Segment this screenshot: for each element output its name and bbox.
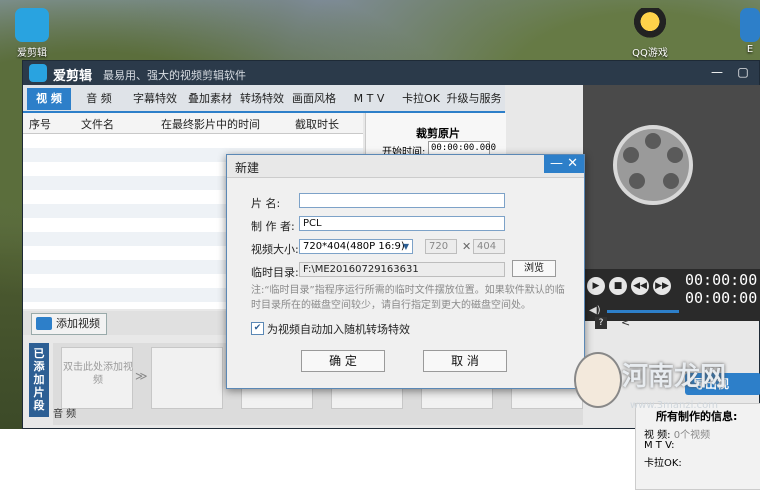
tab-upgrade[interactable]: 升级与服务 xyxy=(445,88,503,110)
prev-frame-icon[interactable]: ◀◀ xyxy=(631,277,649,295)
ok-button[interactable]: 确 定 xyxy=(301,350,385,372)
clip-add-hint: 双击此处添加视频 xyxy=(63,362,133,386)
cancel-button[interactable]: 取 消 xyxy=(423,350,507,372)
main-tab-bar: 视 频 音 频 字幕特效 叠加素材 转场特效 画面风格 M T V 卡拉OK 升… xyxy=(23,85,505,113)
video-size-select[interactable]: 720*404(480P 16:9) ▼ xyxy=(299,239,413,254)
add-video-label: 添加视频 xyxy=(56,317,100,330)
col-duration: 截取时长 xyxy=(295,118,339,131)
col-filename: 文件名 xyxy=(81,118,114,131)
volume-slider[interactable] xyxy=(607,310,679,313)
audio-track-label: 音 频 xyxy=(53,409,77,420)
tab-karaoke[interactable]: 卡拉OK xyxy=(399,88,443,110)
add-video-icon xyxy=(36,317,52,330)
temp-dir-input[interactable]: F:\ME20160729163631 xyxy=(299,262,505,277)
arrow-icon: ≫ xyxy=(135,369,148,383)
desktop-icon-label: QQ游戏 xyxy=(632,48,668,59)
help-icon[interactable]: ? xyxy=(595,317,607,329)
dialog-minimize-close[interactable]: — ✕ xyxy=(544,155,584,173)
clip-slot[interactable] xyxy=(151,347,223,409)
desktop-icon-label: E xyxy=(746,44,754,55)
minimize-icon[interactable]: — xyxy=(709,64,725,80)
cartoon-face-logo xyxy=(574,352,622,408)
site-watermark: 河南龙网 www.3manzi.com xyxy=(574,348,760,429)
desktop-icon-aijianji[interactable]: 爱剪辑 xyxy=(2,8,62,59)
share-icon[interactable]: < xyxy=(621,316,630,329)
aijianji-icon xyxy=(15,8,49,42)
auto-transition-label: 为视频自动加入随机转场特效 xyxy=(267,323,410,336)
col-final-time: 在最终影片中的时间 xyxy=(161,118,260,131)
tab-mtv[interactable]: M T V xyxy=(341,88,397,110)
browse-button[interactable]: 浏览 xyxy=(512,260,556,277)
producer-input[interactable]: PCL xyxy=(299,216,505,231)
chevron-down-icon: ▼ xyxy=(402,242,409,251)
volume-icon[interactable]: ◀) xyxy=(589,305,601,316)
film-reel-icon xyxy=(613,125,693,205)
maximize-icon[interactable]: ▢ xyxy=(735,64,751,80)
added-clips-sidebar: 已添加片段 xyxy=(29,343,49,417)
producer-label: 制 作 者: xyxy=(251,220,295,233)
crop-panel-title: 裁剪原片 xyxy=(416,127,460,140)
next-frame-icon[interactable]: ▶▶ xyxy=(653,277,671,295)
times-icon: ✕ xyxy=(462,240,472,253)
stop-icon[interactable]: ■ xyxy=(609,277,627,295)
add-video-button[interactable]: 添加视频 xyxy=(31,313,107,335)
app-icon xyxy=(740,8,760,42)
play-icon[interactable]: ▶ xyxy=(587,277,605,295)
app-name: 爱剪辑 xyxy=(53,69,93,84)
new-project-dialog: 新建 — ✕ 片 名: 制 作 者: PCL 视频大小: 720*404(480… xyxy=(226,154,585,389)
tab-overlay[interactable]: 叠加素材 xyxy=(185,88,235,110)
playback-controls: ▶ ■ ◀◀ ▶▶ 00:00:00. 00:00:00. ◀) xyxy=(583,269,760,321)
tab-subtitle-effects[interactable]: 字幕特效 xyxy=(127,88,183,110)
app-logo-icon xyxy=(29,64,47,82)
clip-list-header: 序号 文件名 在最终影片中的时间 截取时长 xyxy=(23,113,363,134)
temp-dir-note: 注:“临时目录”指程序运行所需的临时文件摆放位置。如果软件默认的临时目录所在的磁… xyxy=(251,285,565,311)
watermark-url: www.3manzi.com xyxy=(630,400,718,411)
tab-style[interactable]: 画面风格 xyxy=(289,88,339,110)
total-timecode: 00:00:00. xyxy=(685,289,760,307)
tab-video[interactable]: 视 频 xyxy=(27,88,71,110)
app-slogan: 最易用、强大的视频剪辑软件 xyxy=(103,69,246,82)
col-index: 序号 xyxy=(29,118,51,131)
info-row-mtv: M T V: xyxy=(644,440,675,451)
film-name-label: 片 名: xyxy=(251,197,281,210)
height-input: 404 xyxy=(473,239,505,254)
tab-transition[interactable]: 转场特效 xyxy=(237,88,287,110)
desktop-icon-qqgame[interactable]: QQ游戏 xyxy=(620,8,680,59)
current-timecode: 00:00:00. xyxy=(685,271,760,289)
desktop-icon-label: 爱剪辑 xyxy=(17,48,47,59)
dialog-title: 新建 xyxy=(235,161,260,175)
width-input: 720 xyxy=(425,239,457,254)
title-bar: 爱剪辑 最易用、强大的视频剪辑软件 — ▢ xyxy=(23,61,759,85)
film-name-input[interactable] xyxy=(299,193,505,208)
qq-penguin-icon xyxy=(633,8,667,42)
tab-audio[interactable]: 音 频 xyxy=(79,88,119,110)
info-row-karaoke: 卡拉OK: xyxy=(644,458,682,469)
watermark-text: 河南龙网 xyxy=(622,362,727,392)
video-size-label: 视频大小: xyxy=(251,243,299,256)
dialog-title-bar: 新建 — ✕ xyxy=(227,155,584,178)
auto-transition-checkbox[interactable]: ✔ xyxy=(251,322,264,335)
desktop-icon-partial[interactable]: E xyxy=(740,8,760,55)
temp-dir-label: 临时目录: xyxy=(251,266,299,279)
